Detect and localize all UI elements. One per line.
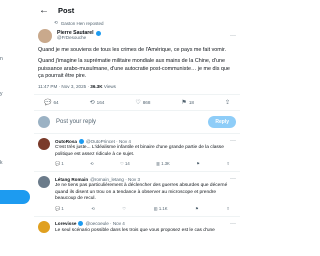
left-nav-item[interactable]: y <box>0 91 3 97</box>
reply-action[interactable]: 💬 1 <box>55 161 64 167</box>
bookmark-action[interactable]: ⚑ 18 <box>181 99 194 106</box>
views-action[interactable]: ▥ 1.1K <box>154 206 168 212</box>
share-icon: ⇪ <box>224 100 230 107</box>
reply-item[interactable]: OutoRosa @OutoPrincet · Nov 4 ··· C'est … <box>34 134 240 171</box>
post-time[interactable]: 11:47 PM · Nov 3, 2025 · <box>38 84 89 89</box>
reply-text: Je ne tiens pas particulièrement à décle… <box>55 183 228 202</box>
left-nav-item[interactable]: n <box>0 56 3 62</box>
post-button-compose[interactable] <box>0 190 30 204</box>
reply-author-name[interactable]: Lorevisse <box>55 221 76 226</box>
views-count: 1.3K <box>161 161 170 167</box>
share-icon[interactable]: ⇪ <box>226 161 230 167</box>
bookmark-icon[interactable]: ⚑ <box>196 161 200 167</box>
like-action[interactable]: ♡ 868 <box>135 99 150 106</box>
reply-composer: Post your reply Reply <box>34 111 240 133</box>
more-options-icon[interactable]: ··· <box>230 138 236 144</box>
avatar <box>38 116 50 129</box>
repost-icon: ⟲ <box>89 100 95 107</box>
repost-count: 164 <box>96 100 105 106</box>
more-options-icon[interactable]: ··· <box>230 33 236 39</box>
reply-text: C'est très juste... L'idéalisme infantil… <box>55 145 224 157</box>
views-count: 36.3K <box>90 84 103 90</box>
back-arrow-icon[interactable]: ← <box>36 5 52 16</box>
like-count: 868 <box>142 100 151 106</box>
author-handle[interactable]: @FrDesouche <box>57 35 101 41</box>
repost-icon: ⟲ <box>54 20 58 25</box>
post-paragraph: Quand je me souviens de tous les crimes … <box>38 47 226 53</box>
avatar[interactable] <box>38 29 52 43</box>
reply-actions: 💬 1 ⟲ ♡ ▥ 1.1K ⚑ ⇪ <box>55 206 236 212</box>
share-action[interactable]: ⇪ <box>225 99 230 106</box>
views-count: 1.1K <box>158 205 168 211</box>
reply-count: 1 <box>61 205 64 211</box>
reply-text: Le seul scénario possible dans les trois… <box>55 227 215 233</box>
reply-actions: 💬 1 ⟲ ♡ 14 ▥ 1.3K ⚑ ⇪ <box>55 161 236 167</box>
bookmark-icon[interactable]: ⚑ <box>195 206 199 212</box>
views-action[interactable]: ▥ 1.3K <box>156 161 170 167</box>
verified-badge-icon <box>78 221 84 227</box>
heart-icon: ♡ <box>135 100 141 107</box>
verified-badge-icon <box>78 138 84 144</box>
post-author: Pierre Sautarel @FrDesouche ··· <box>34 26 240 43</box>
reply-author-name[interactable]: Létang Romain <box>55 177 88 182</box>
bookmark-count: 18 <box>188 100 194 106</box>
main-column: ← Post ⟲ Gaston Hen reposted Pierre Saut… <box>34 0 240 256</box>
share-icon[interactable]: ⇪ <box>226 206 230 212</box>
avatar[interactable] <box>38 176 50 189</box>
reply-item[interactable]: Létang Romain @romain_letang · Nov 3 ···… <box>34 172 240 215</box>
more-options-icon[interactable]: ··· <box>230 221 236 227</box>
reply-handle-date[interactable]: @romain_letang · Nov 3 <box>90 177 140 182</box>
views-label: Views <box>103 84 116 90</box>
like-action[interactable]: ♡ 14 <box>120 161 130 167</box>
reply-action[interactable]: 💬 1 <box>55 206 64 212</box>
left-nav: n y k <box>0 0 34 256</box>
left-nav-item[interactable]: k <box>0 160 3 166</box>
reply-input[interactable]: Post your reply <box>56 119 208 125</box>
post-meta: 11:47 PM · Nov 3, 2025 · 36.3K Views <box>34 84 240 89</box>
post-body: Quand je me souviens de tous les crimes … <box>34 43 240 80</box>
repost-action[interactable]: ⟲ 164 <box>90 99 105 106</box>
post-paragraph: Quand j'imagine la suprématie militaire … <box>38 58 230 79</box>
avatar[interactable] <box>38 220 50 233</box>
header: ← Post <box>34 0 240 20</box>
reply-icon: 💬 <box>44 100 52 107</box>
reply-author-name[interactable]: OutoRosa <box>55 139 77 144</box>
more-options-icon[interactable]: ··· <box>230 176 236 182</box>
bookmark-icon: ⚑ <box>181 100 187 107</box>
verified-badge-icon <box>95 31 101 37</box>
reply-handle-date[interactable]: @oecoeule · Nov 4 <box>85 221 124 226</box>
repost-action[interactable]: ⟲ <box>91 206 95 212</box>
reply-count: 64 <box>53 100 59 106</box>
reply-action[interactable]: 💬 64 <box>44 99 59 106</box>
reply-button[interactable]: Reply <box>208 116 236 129</box>
reply-item[interactable]: Lorevisse @oecoeule · Nov 4 ··· Le seul … <box>34 217 240 238</box>
avatar[interactable] <box>38 138 50 151</box>
like-action[interactable]: ♡ <box>122 206 126 212</box>
reply-count: 1 <box>61 161 64 167</box>
repost-action[interactable]: ⟲ <box>90 161 94 167</box>
repost-text[interactable]: Gaston Hen reposted <box>61 21 104 26</box>
page-title: Post <box>58 5 75 15</box>
reply-handle-date[interactable]: @OutoPrincet · Nov 4 <box>86 139 131 144</box>
post-actions: 💬 64 ⟲ 164 ♡ 868 ⚑ 18 ⇪ <box>34 95 240 110</box>
like-count: 14 <box>125 161 130 167</box>
